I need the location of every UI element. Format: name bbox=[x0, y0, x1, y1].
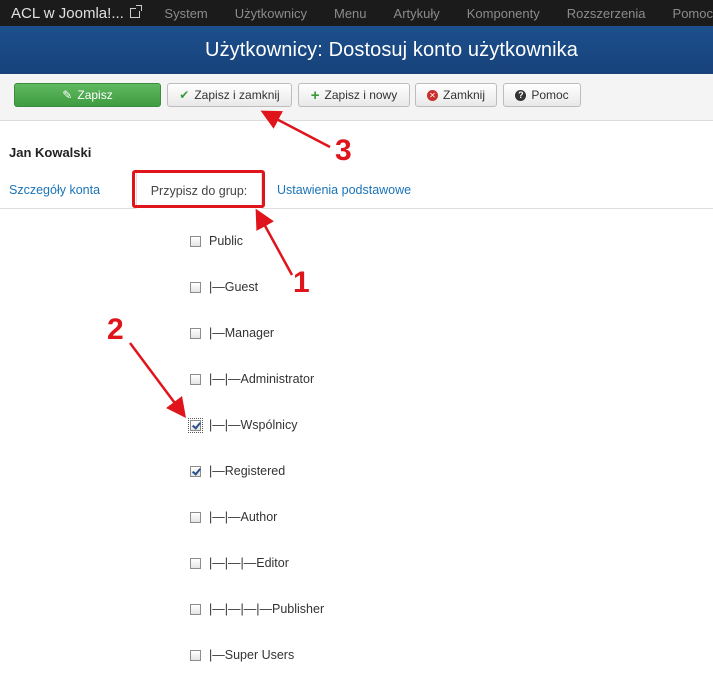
annotation-arrow-2 bbox=[128, 342, 186, 419]
annotation-arrow-3 bbox=[260, 110, 331, 149]
annotation-number-3: 3 bbox=[335, 134, 352, 167]
annotation-number-2: 2 bbox=[107, 313, 124, 346]
annotation-number-1: 1 bbox=[293, 266, 310, 299]
annotation-arrow-1 bbox=[255, 208, 294, 276]
